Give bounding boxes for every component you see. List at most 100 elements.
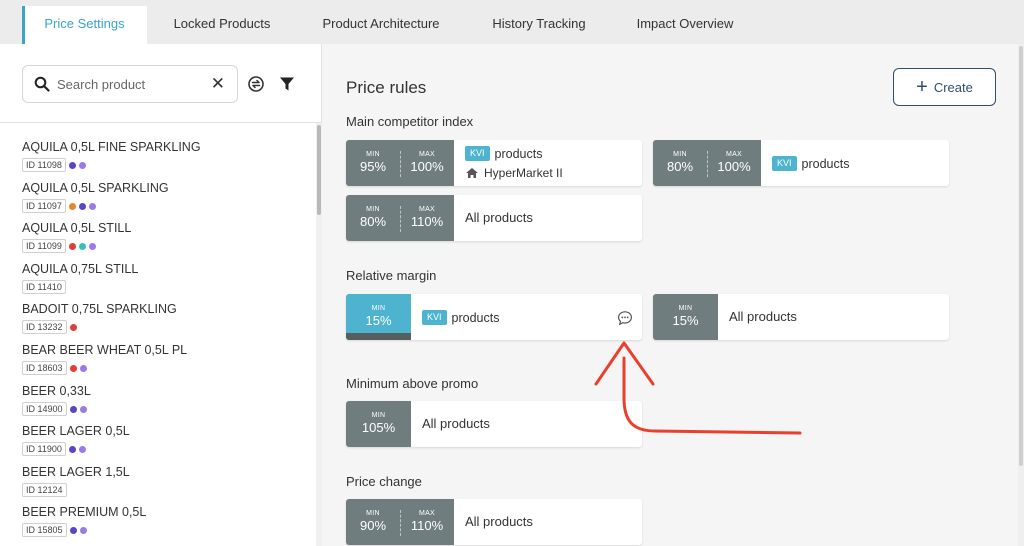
rule-card-promo-1[interactable]: MIN 105% All products (346, 401, 642, 447)
tab-locked-products[interactable]: Locked Products (160, 6, 284, 44)
product-item[interactable]: BEAR BEER WHEAT 0,5L PL ID 18603 (22, 342, 187, 380)
filter-icon[interactable] (278, 75, 296, 93)
rule-values: MIN 80% MAX 100% (653, 140, 761, 186)
min-value: 15% (672, 313, 699, 328)
scope-label: All products (729, 309, 797, 324)
status-dot (69, 364, 77, 372)
max-label: MAX (725, 151, 743, 158)
product-name: BEAR BEER WHEAT 0,5L PL (22, 343, 188, 357)
rule-values: MIN 80% MAX 110% (346, 195, 454, 241)
product-name: BEER PREMIUM 0,5L (22, 505, 147, 519)
search-icon (34, 76, 50, 92)
kvi-badge: KVI (465, 146, 490, 161)
scope-label: All products (465, 210, 533, 225)
scope-label: All products (422, 416, 490, 431)
rule-card-change-1[interactable]: MIN 90% MAX 110% All products (346, 499, 642, 545)
product-id: ID 18603 (22, 361, 67, 375)
max-value: 110% (410, 518, 444, 533)
kvi-badge: KVI (422, 310, 447, 325)
page-title: Price rules (346, 78, 427, 97)
rule-card-competitor-2[interactable]: MIN 80% MAX 100% KVI products (653, 140, 949, 186)
product-item[interactable]: BEER PREMIUM 0,5L ID 15805 (22, 504, 146, 542)
section-label-promo: Minimum above promo (346, 376, 479, 391)
max-value: 110% (410, 214, 444, 229)
min-label: MIN (366, 151, 380, 158)
min-label: MIN (371, 305, 386, 312)
status-dot (79, 405, 87, 413)
product-item[interactable]: BEER LAGER 0,5L ID 11900 (22, 423, 130, 461)
status-dot (69, 526, 77, 534)
status-dot (69, 323, 77, 331)
section-label-competitor: Main competitor index (346, 114, 474, 129)
rule-card-competitor-3[interactable]: MIN 80% MAX 110% All products (346, 195, 642, 241)
rule-card-margin-1[interactable]: MIN 15% KVI products (346, 294, 642, 340)
product-name: BEER 0,33L (22, 384, 91, 398)
product-item[interactable]: AQUILA 0,75L STILL ID 11410 (22, 261, 138, 299)
scope-label: All products (465, 514, 533, 529)
product-name: AQUILA 0,5L SPARKLING (22, 181, 169, 195)
min-label: MIN (366, 510, 380, 517)
tab-impact-overview[interactable]: Impact Overview (623, 6, 747, 44)
scope-label: products (494, 146, 543, 161)
status-dot (88, 242, 96, 250)
price-rules-panel: Price rules + Create Main competitor inde… (323, 44, 1024, 546)
product-name: BEER LAGER 1,5L (22, 465, 130, 479)
status-dot (78, 445, 86, 453)
product-item[interactable]: BADOIT 0,75L SPARKLING ID 13232 (22, 301, 177, 339)
create-button[interactable]: + Create (893, 68, 996, 106)
scope-label: products (801, 156, 850, 171)
product-item[interactable]: BEER 0,33L ID 14900 (22, 383, 91, 421)
create-label: Create (933, 79, 973, 95)
status-dot (78, 161, 86, 169)
product-item[interactable]: AQUILA 0,5L SPARKLING ID 11097 (22, 180, 169, 218)
min-label: MIN (673, 151, 687, 158)
content-scroll-thumb[interactable] (1019, 46, 1023, 466)
product-id: ID 11097 (22, 199, 66, 213)
min-value: 90% (359, 518, 387, 533)
product-name: BEER LAGER 0,5L (22, 424, 130, 438)
product-id: ID 15805 (22, 523, 67, 537)
sync-icon[interactable] (247, 75, 265, 93)
status-dot (79, 526, 87, 534)
product-item[interactable]: AQUILA 0,5L FINE SPARKLING ID 11098 (22, 139, 201, 177)
comment-icon[interactable] (617, 310, 633, 326)
rule-card-margin-2[interactable]: MIN 15% All products (653, 294, 949, 340)
tab-bar: Price Settings Locked Products Product A… (0, 0, 1024, 44)
status-dot (68, 161, 76, 169)
tab-price-settings[interactable]: Price Settings (22, 6, 147, 44)
status-dot (68, 242, 76, 250)
product-id: ID 12124 (22, 483, 67, 497)
section-label-change: Price change (346, 474, 422, 489)
product-sidebar: ✕ AQUILA 0,5L FINE SPARKLING ID 11098 AQ… (0, 44, 322, 546)
tab-product-architecture[interactable]: Product Architecture (305, 6, 457, 44)
rule-card-competitor-1[interactable]: MIN 95% MAX 100% KVI products HyperMarket I… (346, 140, 642, 186)
status-dot (79, 364, 87, 372)
rule-scope: KVI products HyperMarket II (465, 140, 563, 186)
rule-strip (346, 333, 411, 340)
clear-search-icon[interactable]: ✕ (211, 75, 225, 93)
sidebar-scroll-thumb[interactable] (317, 125, 321, 215)
search-input[interactable] (57, 74, 207, 94)
min-value: 15% (365, 313, 392, 328)
min-value: 105% (361, 420, 396, 435)
product-id: ID 11099 (22, 239, 66, 253)
max-value: 100% (410, 159, 444, 174)
min-value: 80% (359, 214, 387, 229)
rule-values: MIN 15% (653, 294, 718, 340)
min-label: MIN (366, 206, 380, 213)
search-box: ✕ (22, 65, 238, 103)
tab-history-tracking[interactable]: History Tracking (477, 6, 601, 44)
product-id: ID 14900 (22, 402, 67, 416)
section-label-margin: Relative margin (346, 268, 437, 283)
status-dot (68, 202, 76, 210)
rule-scope: KVI products (422, 294, 499, 340)
status-dot (78, 242, 86, 250)
product-name: AQUILA 0,5L STILL (22, 221, 132, 235)
rule-values: MIN 95% MAX 100% (346, 140, 454, 186)
min-label: MIN (371, 412, 386, 419)
product-id: ID 11410 (22, 280, 66, 294)
product-item[interactable]: AQUILA 0,5L STILL ID 11099 (22, 220, 131, 258)
product-id: ID 13232 (22, 320, 67, 334)
product-item[interactable]: BEER LAGER 1,5L ID 12124 (22, 464, 130, 502)
scope-label: products (451, 310, 500, 325)
